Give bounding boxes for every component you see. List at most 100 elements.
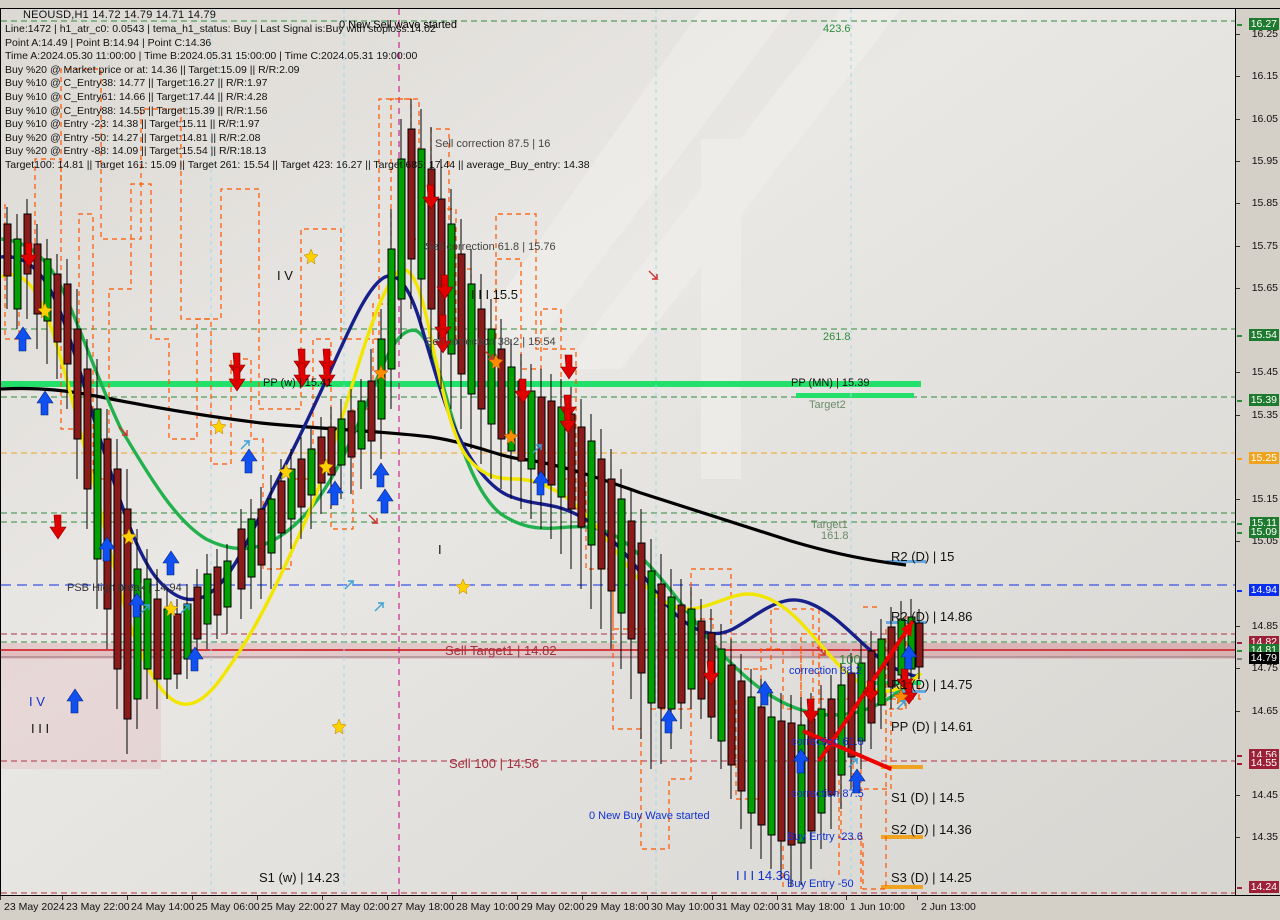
price-tick-label: 15.95 <box>1251 155 1278 167</box>
price-badge: 15.25 <box>1248 452 1279 464</box>
time-tick-label: 27 May 02:00 <box>326 901 390 913</box>
time-tick-label: 31 May 18:00 <box>781 901 845 913</box>
price-tick-mark <box>1236 119 1240 120</box>
annotation-wave-iii-1436: I I I 14.36 <box>736 868 791 883</box>
annotation-wave-i-mid: I <box>438 542 442 557</box>
time-tick-mark <box>647 896 648 900</box>
annotation-pp-w: PP (w) | 15.41 <box>263 377 333 389</box>
time-tick-mark <box>917 896 918 900</box>
info-line-10: Target100: 14.81 || Target 161: 15.09 ||… <box>5 158 590 171</box>
time-tick-mark <box>257 896 258 900</box>
info-line-3: Buy %20 @ Market price or at: 14.36 || T… <box>5 63 300 76</box>
price-tick-label: 14.85 <box>1251 620 1278 632</box>
time-tick-label: 29 May 18:00 <box>586 901 650 913</box>
time-tick-label: 23 May 22:00 <box>66 901 130 913</box>
annotation-psb-high-break: PSB High break | 14.94 <box>67 582 182 594</box>
price-tick-label: 15.85 <box>1251 197 1278 209</box>
price-tick-mark <box>1236 499 1240 500</box>
price-badge-dash <box>1237 458 1242 460</box>
annotation-fib-423: 423.6 <box>823 23 851 35</box>
info-line-5: Buy %10 @ C_Entry61: 14.66 || Target:17.… <box>5 90 268 103</box>
annotation-corr-618: correction 61.8 <box>791 736 864 748</box>
price-tick-label: 15.35 <box>1251 409 1278 421</box>
time-tick-mark <box>322 896 323 900</box>
price-badge: 14.79 <box>1248 652 1279 664</box>
annotation-wave-iii-155: I I I 15.5 <box>471 287 518 302</box>
chart-plot-area[interactable]: MARKET TRADE <box>0 8 1237 897</box>
time-scale[interactable]: 23 May 2024 23 May 22:00 24 May 14:00 25 Ma… <box>0 895 1280 920</box>
price-tick-label: 14.35 <box>1251 831 1278 843</box>
price-tick-mark <box>1236 626 1240 627</box>
price-badge-dash <box>1237 400 1242 402</box>
annotation-wave-iii-left: I I I <box>31 721 50 736</box>
price-tick-mark <box>1236 203 1240 204</box>
time-tick-mark <box>127 896 128 900</box>
annotation-s1w-1423: S1 (w) | 14.23 <box>259 870 340 885</box>
time-tick-mark <box>192 896 193 900</box>
time-tick-mark <box>846 896 847 900</box>
price-scale[interactable]: 16.25 16.15 16.05 15.95 15.85 15.75 15.65 15.45… <box>1235 8 1280 897</box>
price-tick-mark <box>1236 161 1240 162</box>
info-line-6: Buy %10 @ C_Entry88: 14.55 || Target:15.… <box>5 104 268 117</box>
annotation-sell-corr-382: Sell correction 38.2 | 15.54 <box>425 336 556 348</box>
annotation-fib-161: 161.8 <box>821 530 849 542</box>
annotation-sell-corr-618: Sell correction 61.8 | 15.76 <box>425 241 556 253</box>
price-badge-dash <box>1237 642 1242 644</box>
time-tick-mark <box>0 896 1 900</box>
price-tick-mark <box>1236 76 1240 77</box>
price-tick-mark <box>1236 711 1240 712</box>
time-tick-label: 24 May 14:00 <box>131 901 195 913</box>
price-badge-dash <box>1237 658 1242 660</box>
price-badge: 14.55 <box>1248 757 1279 769</box>
annotation-ppd-1461: PP (D) | 14.61 <box>891 719 973 734</box>
price-badge: 15.09 <box>1248 526 1279 538</box>
time-tick-label: 29 May 02:00 <box>521 901 585 913</box>
metatrader-chart-window[interactable]: MARKET TRADE <box>0 0 1280 920</box>
price-tick-label: 15.45 <box>1251 366 1278 378</box>
info-line-2: Time A:2024.05.30 11:00:00 | Time B:2024… <box>5 50 418 63</box>
annotation-fib-261: 261.8 <box>823 331 851 343</box>
time-tick-mark <box>517 896 518 900</box>
price-tick-label: 15.65 <box>1251 282 1278 294</box>
time-tick-label: 25 May 22:00 <box>261 901 325 913</box>
info-line-1: Point A:14.49 | Point B:14.94 | Point C:… <box>5 36 212 49</box>
annotation-s1d-145: S1 (D) | 14.5 <box>891 790 965 805</box>
price-tick-mark <box>1236 246 1240 247</box>
annotation-sell-100: Sell 100 | 14.56 <box>449 756 540 771</box>
time-tick-label: 28 May 10:00 <box>456 901 520 913</box>
annotation-wave-iv-left: I V <box>29 694 45 709</box>
price-tick-label: 15.75 <box>1251 240 1278 252</box>
price-badge: 15.39 <box>1248 394 1279 406</box>
annotation-target2: Target2 <box>809 399 846 411</box>
annotation-sell-target1: Sell Target1 | 14.82 <box>445 643 557 658</box>
time-tick-label: 27 May 18:00 <box>391 901 455 913</box>
annotation-pp-mn: PP (MN) | 15.39 <box>791 377 870 389</box>
annotation-s3d-1425: S3 (D) | 14.25 <box>891 870 972 885</box>
info-line-0: Line:1472 | h1_atr_c0: 0.0543 | tema_h1_… <box>5 23 436 35</box>
price-badge-dash <box>1237 335 1242 337</box>
price-badge-dash <box>1237 887 1242 889</box>
annotation-new-buy-wave: 0 New Buy Wave started <box>589 810 710 822</box>
time-tick-label: 1 Jun 10:00 <box>850 901 905 913</box>
price-tick-mark <box>1236 288 1240 289</box>
time-tick-mark <box>777 896 778 900</box>
price-tick-mark <box>1236 34 1240 35</box>
annotation-buy-entry-50: Buy Entry -50 <box>787 878 854 890</box>
price-badge-dash <box>1237 650 1242 652</box>
price-tick-mark <box>1236 795 1240 796</box>
price-badge-dash <box>1237 24 1242 26</box>
annotation-r2d-1486: R2 (D) | 14.86 <box>891 609 973 624</box>
time-tick-mark <box>582 896 583 900</box>
price-badge-dash <box>1237 532 1242 534</box>
price-badge: 14.24 <box>1248 881 1279 893</box>
annotation-r2d-15: R2 (D) | 15 <box>891 549 955 564</box>
info-panel: Line:1472 | h1_atr_c0: 0.0543 | tema_h1_… <box>5 23 590 173</box>
annotation-buy-entry-236: Buy Entry -23.6 <box>787 831 863 843</box>
info-line-8: Buy %20 @ Entry -50: 14.27 || Target:14.… <box>5 131 261 144</box>
time-tick-label: 23 May 2024 <box>4 901 65 913</box>
annotation-r1d-1475: R1 (D) | 14.75 <box>891 677 973 692</box>
price-tick-label: 16.05 <box>1251 113 1278 125</box>
annotation-s2d-1436: S2 (D) | 14.36 <box>891 822 972 837</box>
time-tick-mark <box>387 896 388 900</box>
price-tick-label: 14.45 <box>1251 789 1278 801</box>
